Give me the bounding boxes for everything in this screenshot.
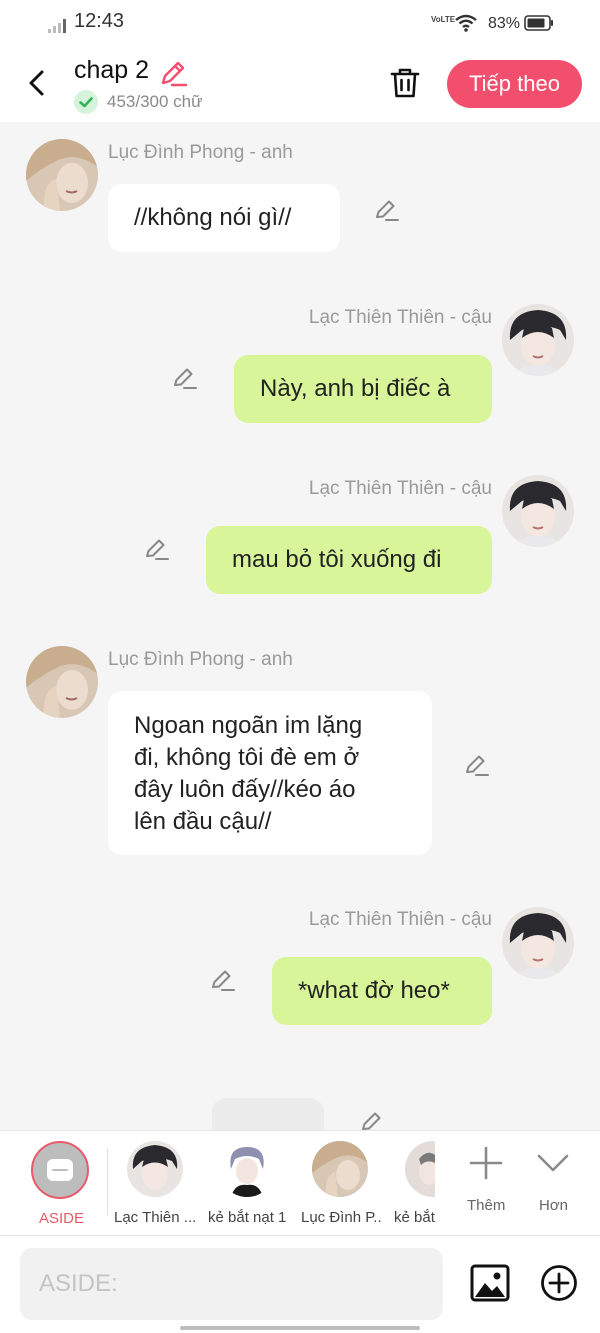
edit-message-icon[interactable] xyxy=(372,196,400,224)
aside-icon xyxy=(47,1159,73,1181)
next-button[interactable]: Tiếp theo xyxy=(447,60,582,108)
aside-button[interactable] xyxy=(31,1141,89,1199)
chapter-title[interactable]: chap 2 xyxy=(74,56,149,85)
add-character-label[interactable]: Thêm xyxy=(467,1197,505,1214)
aside-label: ASIDE xyxy=(39,1210,85,1227)
avatar-luc-dinh-phong[interactable] xyxy=(26,139,98,211)
character-label: Lục Đình P... xyxy=(301,1209,381,1226)
message-text-line: đây luôn đấy//kéo áo xyxy=(134,776,356,803)
edit-message-icon[interactable] xyxy=(170,364,198,392)
message-text: //không nói gì// xyxy=(134,204,292,231)
character-avatar[interactable] xyxy=(405,1141,435,1197)
check-icon xyxy=(74,90,98,114)
message-text-line: đi, không tôi đè em ở xyxy=(134,744,360,771)
plus-circle-icon[interactable] xyxy=(540,1264,578,1302)
message-text: Này, anh bị điếc à xyxy=(260,375,451,402)
character-bar: ASIDE Lạc Thiên ... kẻ bắt nạt 1 Lục Đìn… xyxy=(0,1130,600,1236)
avatar-lac-thien-thien[interactable] xyxy=(502,475,574,547)
sender-name: Lạc Thiên Thiên - cậu xyxy=(308,307,492,328)
battery-percent: 83% xyxy=(488,15,521,32)
avatar-lac-thien-thien[interactable] xyxy=(502,304,574,376)
signal-icon xyxy=(48,19,66,33)
message-text-line: Ngoan ngoãn im lặng xyxy=(134,712,363,739)
editor-header: chap 2 453/300 chữ Tiếp theo xyxy=(0,48,600,122)
sender-name: Lục Đình Phong - anh xyxy=(108,142,293,163)
home-indicator xyxy=(180,1326,420,1330)
divider xyxy=(107,1149,108,1215)
character-label: Lạc Thiên ... xyxy=(114,1209,196,1226)
message-bubble[interactable]: Ngoan ngoãn im lặng đi, không tôi đè em … xyxy=(108,691,432,855)
chat-area[interactable]: Lục Đình Phong - anh //không nói gì// Lạ… xyxy=(0,122,600,1130)
edit-message-icon[interactable] xyxy=(462,751,490,779)
character-avatar[interactable] xyxy=(312,1141,368,1197)
character-label: kẻ bắt nạt 1 xyxy=(208,1209,287,1226)
edit-message-icon[interactable] xyxy=(208,966,236,994)
avatar-lac-thien-thien[interactable] xyxy=(502,907,574,979)
status-bar: 12:43 VoLTE 83% xyxy=(0,0,600,48)
status-time: 12:43 xyxy=(74,10,125,32)
message-bubble-partial[interactable] xyxy=(212,1098,324,1130)
volte-label: VoLTE xyxy=(431,15,456,24)
edit-message-icon[interactable] xyxy=(358,1108,386,1130)
edit-title-icon[interactable] xyxy=(158,58,188,88)
back-icon[interactable] xyxy=(20,66,54,100)
aside-input[interactable] xyxy=(20,1248,443,1320)
sender-name: Lạc Thiên Thiên - cậu xyxy=(308,478,492,499)
image-icon[interactable] xyxy=(470,1264,510,1302)
wifi-icon xyxy=(455,14,477,32)
word-count: 453/300 chữ xyxy=(107,92,203,111)
sender-name: Lạc Thiên Thiên - cậu xyxy=(308,909,492,930)
character-avatar[interactable] xyxy=(219,1141,275,1197)
sender-name: Lục Đình Phong - anh xyxy=(108,649,293,670)
message-bubble[interactable]: *what đờ heo* xyxy=(272,957,492,1025)
input-bar xyxy=(0,1236,600,1333)
trash-icon[interactable] xyxy=(388,66,422,100)
avatar-luc-dinh-phong[interactable] xyxy=(26,646,98,718)
character-avatar[interactable] xyxy=(127,1141,183,1197)
edit-message-icon[interactable] xyxy=(142,535,170,563)
battery-icon xyxy=(524,15,553,31)
message-bubble[interactable]: //không nói gì// xyxy=(108,184,340,252)
plus-icon[interactable] xyxy=(468,1145,504,1181)
chevron-down-icon[interactable] xyxy=(535,1145,571,1181)
more-label[interactable]: Hơn xyxy=(539,1197,568,1214)
message-text: *what đờ heo* xyxy=(298,977,450,1004)
character-label: kẻ bắt xyxy=(394,1209,435,1226)
message-text: mau bỏ tôi xuống đi xyxy=(232,546,442,573)
message-text-line: lên đầu cậu// xyxy=(134,808,272,835)
message-bubble[interactable]: Này, anh bị điếc à xyxy=(234,355,492,423)
message-bubble[interactable]: mau bỏ tôi xuống đi xyxy=(206,526,492,594)
